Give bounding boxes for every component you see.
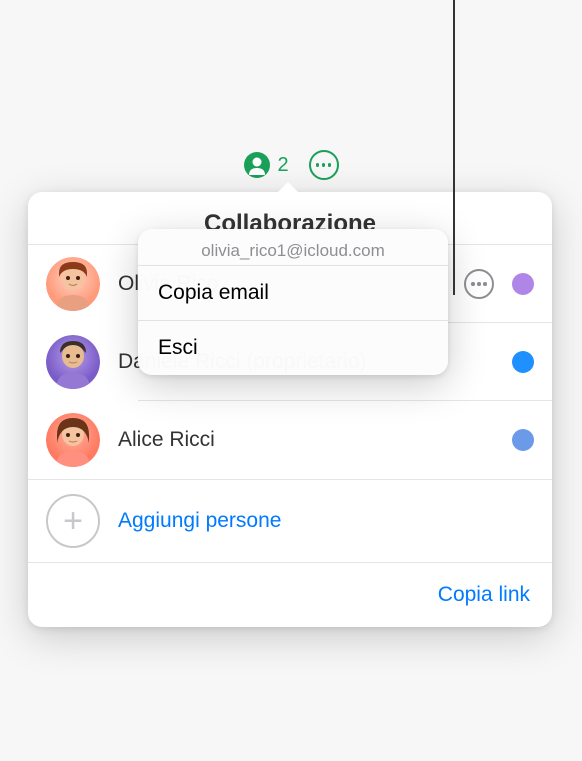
- context-menu-email: olivia_rico1@icloud.com: [138, 229, 448, 265]
- participant-more-button[interactable]: [464, 269, 494, 299]
- participant-row[interactable]: Alice Ricci: [28, 401, 552, 479]
- context-menu-leave[interactable]: Esci: [138, 320, 448, 375]
- person-icon: [243, 151, 271, 179]
- avatar: [46, 413, 100, 467]
- ellipsis-icon: [316, 163, 332, 167]
- add-people-label: Aggiungi persone: [118, 509, 281, 533]
- presence-dot: [512, 273, 534, 295]
- avatar: [46, 335, 100, 389]
- more-toolbar-button[interactable]: [309, 150, 339, 180]
- participant-name: Alice Ricci: [118, 428, 494, 452]
- collaboration-toolbar-button[interactable]: 2: [243, 151, 288, 179]
- avatar: [46, 257, 100, 311]
- context-menu: olivia_rico1@icloud.com Copia email Esci: [138, 229, 448, 375]
- plus-icon: +: [46, 494, 100, 548]
- popover-footer: Copia link: [28, 563, 552, 627]
- presence-dot: [512, 351, 534, 373]
- callout-line: [453, 0, 455, 295]
- ellipsis-icon: [471, 282, 487, 286]
- toolbar: 2: [0, 145, 582, 185]
- add-people-row[interactable]: + Aggiungi persone: [28, 479, 552, 563]
- presence-dot: [512, 429, 534, 451]
- copy-link-button[interactable]: Copia link: [438, 583, 530, 607]
- context-menu-copy-email[interactable]: Copia email: [138, 265, 448, 320]
- participant-count: 2: [277, 154, 288, 177]
